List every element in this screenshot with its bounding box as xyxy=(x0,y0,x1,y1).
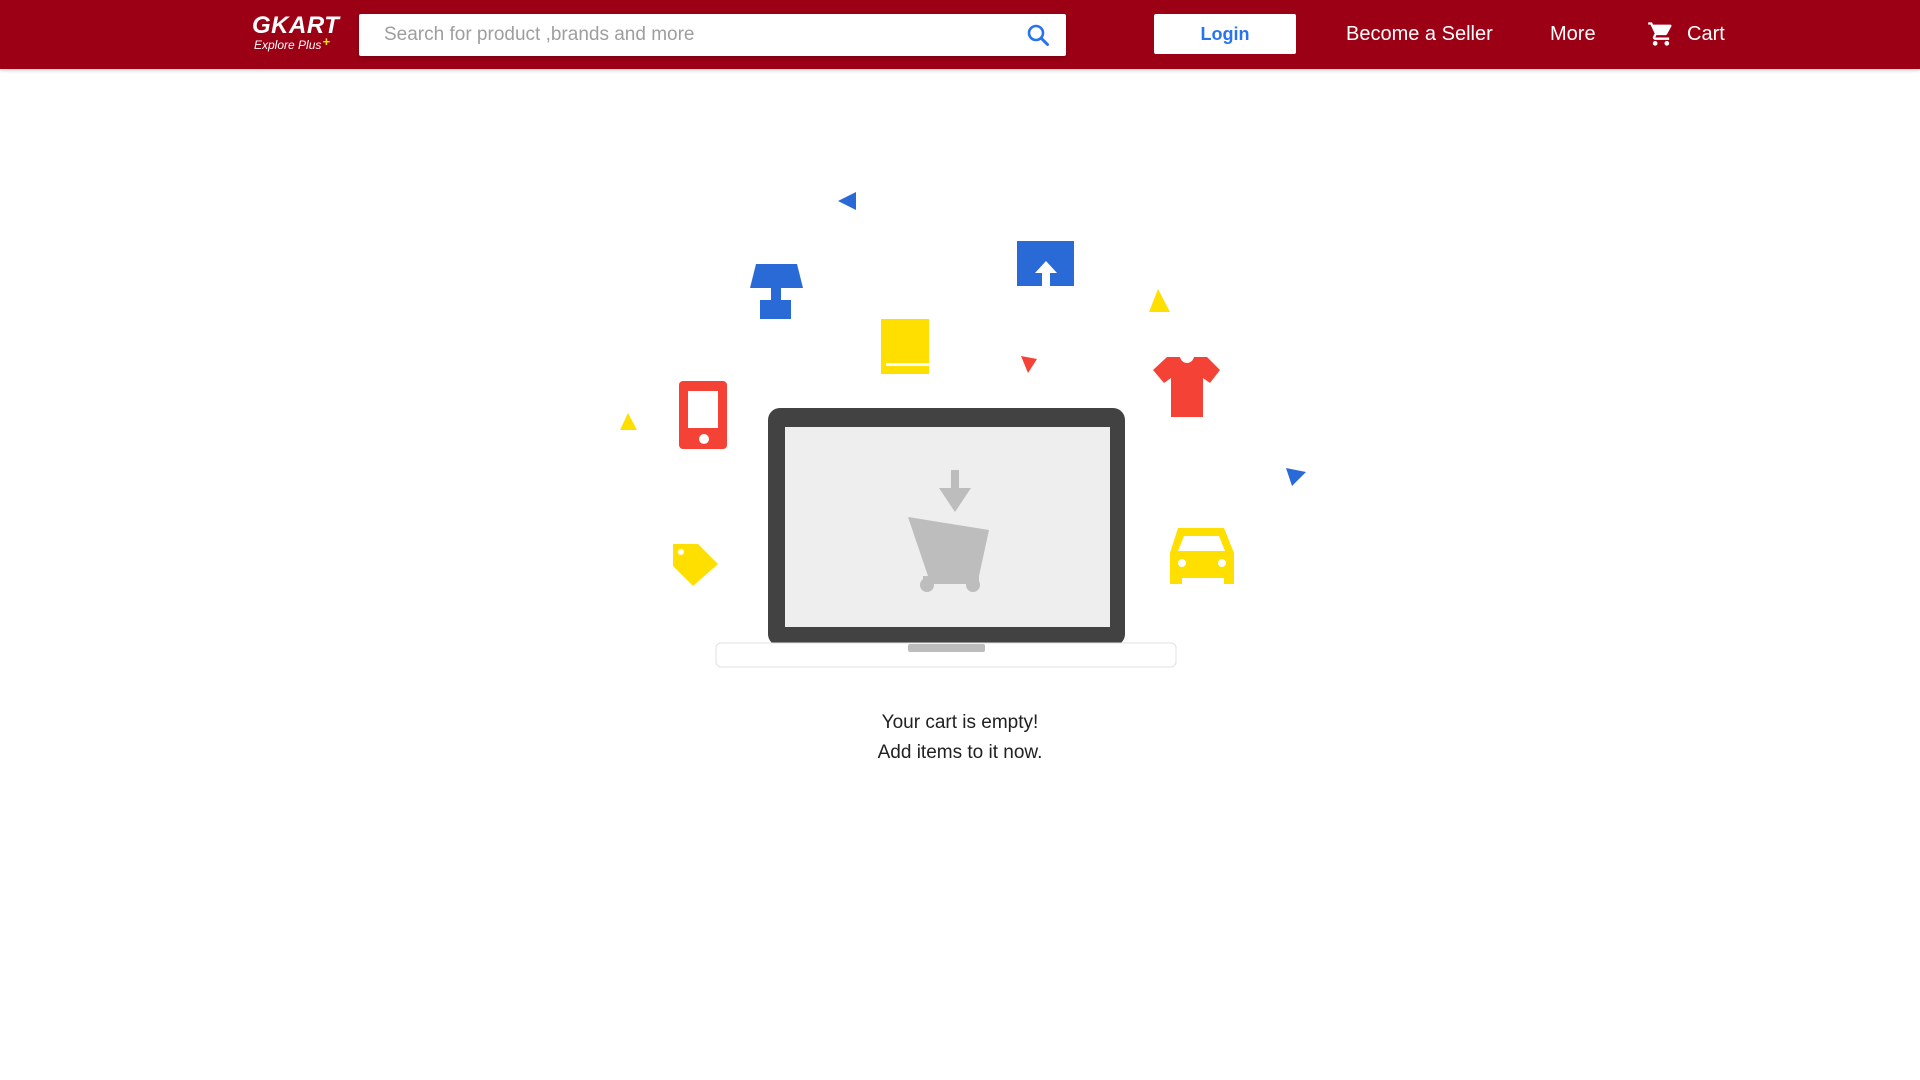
logo-subtitle: Explore Plus+ xyxy=(254,34,348,53)
search-button[interactable] xyxy=(1010,14,1066,56)
empty-cart-subtitle: Add items to it now. xyxy=(877,742,1043,763)
upload-box-icon xyxy=(1017,241,1074,286)
cart-link[interactable]: Cart xyxy=(1647,18,1725,50)
logo-plus-icon: + xyxy=(322,34,330,49)
phone-icon xyxy=(679,381,727,449)
car-icon xyxy=(1170,528,1234,584)
yellow-small-triangle-shape xyxy=(620,413,637,430)
site-logo[interactable]: GKART Explore Plus+ xyxy=(252,14,348,54)
red-triangle-shape xyxy=(1021,356,1037,373)
logo-title: GKART xyxy=(252,12,340,39)
empty-cart-message: Your cart is empty! Add items to it now. xyxy=(760,708,1160,768)
empty-cart-illustration xyxy=(620,192,1306,668)
book-icon xyxy=(881,319,929,374)
empty-cart-title: Your cart is empty! xyxy=(881,712,1039,733)
search-bar xyxy=(359,14,1066,56)
blue-triangle-shape xyxy=(838,192,856,210)
cart-icon xyxy=(1648,22,1672,46)
shirt-icon xyxy=(1153,357,1220,417)
search-icon xyxy=(1027,24,1049,46)
logo-subtitle-plus: Plus xyxy=(298,38,322,52)
yellow-triangle-shape xyxy=(1149,289,1170,312)
tag-icon xyxy=(673,544,718,586)
login-button[interactable]: Login xyxy=(1154,14,1296,54)
search-input[interactable] xyxy=(359,14,1009,56)
cart-label: Cart xyxy=(1687,22,1725,45)
logo-subtitle-explore: Explore xyxy=(254,38,295,52)
become-seller-link[interactable]: Become a Seller xyxy=(1346,20,1493,48)
header-bar: GKART Explore Plus+ Login Become a Selle… xyxy=(0,0,1920,69)
lamp-icon xyxy=(750,264,803,319)
more-menu[interactable]: More xyxy=(1550,20,1596,48)
blue-right-triangle-shape xyxy=(1286,468,1306,486)
